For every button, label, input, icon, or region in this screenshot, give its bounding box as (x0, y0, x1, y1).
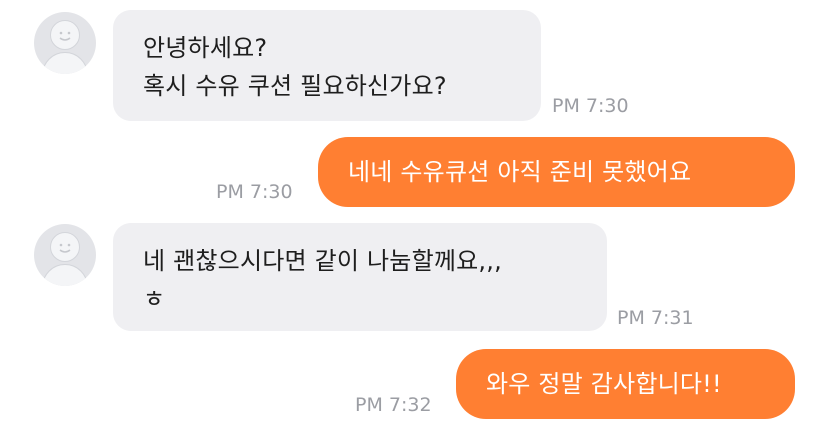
incoming-message-bubble: 네 괜찮으시다면 같이 나눔할께요,,, ㅎ (113, 223, 607, 331)
message-timestamp: PM 7:32 (355, 394, 432, 416)
incoming-message-bubble: 안녕하세요? 혹시 수유 쿠션 필요하신가요? (113, 10, 541, 121)
message-text-line: ㅎ (143, 285, 166, 313)
avatar-body-shape (42, 264, 88, 286)
message-text-line: 네 괜찮으시다면 같이 나눔할께요,,, (143, 247, 502, 275)
avatar-body-shape (42, 52, 88, 74)
message-text-line: 와우 정말 감사합니다!! (486, 370, 722, 398)
message-timestamp: PM 7:30 (552, 95, 629, 117)
smile-icon (59, 31, 71, 41)
avatar[interactable] (34, 12, 96, 74)
outgoing-message-bubble: 네네 수유큐션 아직 준비 못했어요 (318, 137, 795, 207)
message-text-line: 혹시 수유 쿠션 필요하신가요? (143, 72, 447, 100)
message-text-line: 안녕하세요? (143, 34, 268, 62)
smile-icon (59, 243, 71, 253)
outgoing-message-bubble: 와우 정말 감사합니다!! (456, 349, 795, 419)
message-text-line: 네네 수유큐션 아직 준비 못했어요 (348, 158, 692, 186)
avatar[interactable] (34, 224, 96, 286)
message-timestamp: PM 7:30 (216, 181, 293, 203)
message-timestamp: PM 7:31 (617, 307, 694, 329)
